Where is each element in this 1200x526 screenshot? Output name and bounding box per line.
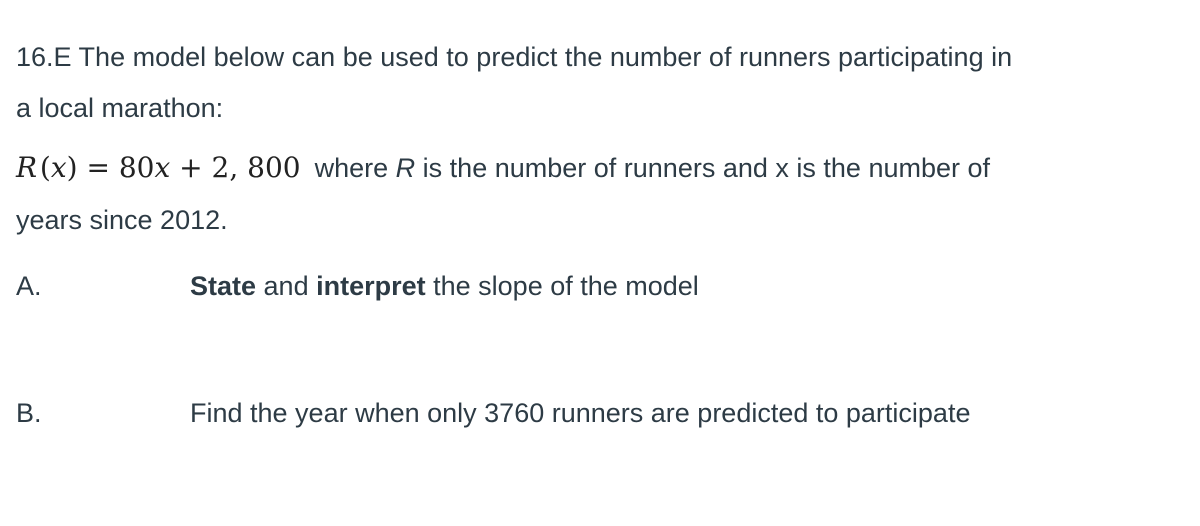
item-b-label: B. xyxy=(16,398,42,428)
equation-variable-2: x xyxy=(154,151,171,184)
item-a-label: A. xyxy=(16,271,42,301)
model-equation-line: R (x) = 80x + 2, 800 where R is the numbe… xyxy=(16,154,990,182)
item-a-text-rest: the slope of the model xyxy=(425,271,699,301)
equation-function: R xyxy=(16,151,38,184)
definition-x: x xyxy=(775,153,789,183)
equation-coefficient: 80 xyxy=(118,151,155,184)
item-b-text: Find the year when only 3760 runners are… xyxy=(190,398,971,428)
item-a-bold-interpret: interpret xyxy=(316,271,426,301)
equation-constant: 2, 800 xyxy=(211,151,301,184)
model-equation: R (x) = 80x + 2, 800 xyxy=(16,151,301,184)
definition-text-1: where xyxy=(314,153,389,183)
item-a-text: State and interpret the slope of the mod… xyxy=(190,271,699,302)
problem-intro-line-1: 16.E The model below can be used to pred… xyxy=(16,42,1013,72)
definition-line-2: years since 2012. xyxy=(16,205,228,235)
equation-plus: + xyxy=(179,151,203,184)
item-a-bold-state: State xyxy=(190,271,257,301)
problem-intro-line-2: a local marathon: xyxy=(16,93,224,123)
item-a-text-and: and xyxy=(256,271,317,301)
definition-text-2: is the number of runners and xyxy=(422,153,768,183)
equation-variable: x xyxy=(50,151,67,184)
definition-R: R xyxy=(395,153,416,183)
equation-equals: = xyxy=(86,151,110,184)
definition-text-3: is the number of xyxy=(796,153,991,183)
